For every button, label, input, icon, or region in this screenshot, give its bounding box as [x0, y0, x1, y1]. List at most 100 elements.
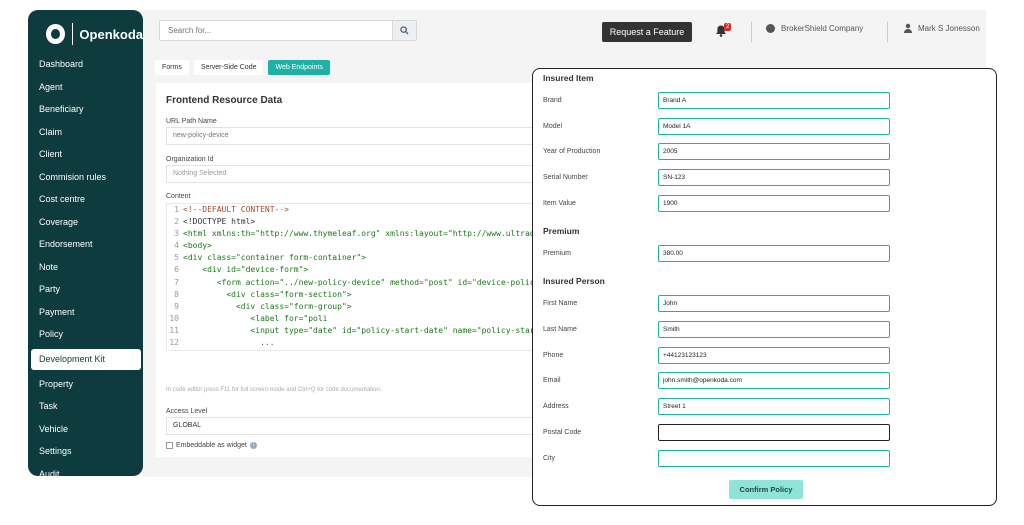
- sidebar-item-payment[interactable]: Payment: [28, 301, 143, 324]
- sidebar-item-development-kit[interactable]: Development Kit: [31, 348, 141, 370]
- organization-label: Organization Id: [166, 156, 214, 163]
- sidebar: Openkoda Dashboard Agent Beneficiary Cla…: [28, 10, 143, 479]
- tab-web-endpoints[interactable]: Web Endpoints: [268, 60, 330, 75]
- user-name: Mark S Jonesson: [918, 23, 980, 33]
- request-feature-button[interactable]: Request a Feature: [602, 22, 692, 42]
- url-path-label: URL Path Name: [166, 118, 217, 125]
- sidebar-nav: Dashboard Agent Beneficiary Claim Client…: [28, 53, 143, 485]
- code-line: 8 <div class="form-section">: [174, 289, 352, 299]
- notification-badge: 2: [724, 23, 732, 31]
- embeddable-label: Embeddable as widget: [176, 442, 247, 449]
- frontend-resource-card: Frontend Resource Data URL Path Name new…: [156, 83, 546, 457]
- info-icon[interactable]: i: [249, 442, 257, 449]
- logo-text: Openkoda: [79, 26, 143, 42]
- tabs: Forms Server-Side Code Web Endpoints: [155, 60, 330, 75]
- embeddable-checkbox-row: Embeddable as widget i: [166, 442, 257, 449]
- sidebar-item-beneficiary[interactable]: Beneficiary: [28, 98, 143, 121]
- code-line: 4 <body>: [174, 241, 212, 251]
- serial-label: Serial Number: [543, 174, 588, 181]
- access-level-select[interactable]: GLOBAL: [166, 417, 546, 435]
- embeddable-checkbox[interactable]: [166, 442, 173, 449]
- insured-item-title: Insured Item: [543, 73, 594, 83]
- confirm-policy-button[interactable]: Confirm Policy: [729, 480, 803, 499]
- last-name-label: Last Name: [543, 326, 577, 333]
- item-value-label: Item Value: [543, 200, 576, 207]
- search-input[interactable]: [160, 21, 392, 40]
- model-label: Model: [543, 123, 563, 130]
- search-box: [159, 20, 417, 41]
- phone-input[interactable]: [658, 347, 890, 364]
- first-name-input[interactable]: [658, 295, 890, 312]
- sidebar-item-client[interactable]: Client: [28, 143, 143, 166]
- premium-label: Premium: [543, 250, 572, 257]
- search-icon: [400, 26, 409, 35]
- company-name: BrokerShield Company: [781, 24, 864, 33]
- sidebar-item-vehicle[interactable]: Vehicle: [28, 418, 143, 441]
- sidebar-item-settings[interactable]: Settings: [28, 440, 143, 463]
- email-label: Email: [543, 377, 561, 384]
- last-name-input[interactable]: [658, 321, 890, 338]
- card-title: Frontend Resource Data: [166, 95, 283, 106]
- item-value-input[interactable]: [658, 195, 890, 212]
- premium-title: Premium: [543, 226, 580, 236]
- first-name-label: First Name: [543, 300, 578, 307]
- company-icon: [766, 24, 775, 33]
- model-input[interactable]: [658, 118, 890, 135]
- sidebar-item-task[interactable]: Task: [28, 395, 143, 418]
- code-line: 5 <div class="container form-container">: [174, 253, 367, 263]
- sidebar-item-cost-centre[interactable]: Cost centre: [28, 188, 143, 211]
- serial-input[interactable]: [658, 169, 890, 186]
- logo[interactable]: Openkoda: [28, 10, 143, 50]
- sidebar-item-endorsement[interactable]: Endorsement: [28, 233, 143, 256]
- policy-form-overlay: Insured Item Brand Model Year of Product…: [532, 68, 997, 506]
- code-line: 12 ...: [169, 338, 275, 348]
- search-button[interactable]: [392, 21, 416, 40]
- sidebar-item-dashboard[interactable]: Dashboard: [28, 53, 143, 76]
- sidebar-item-policy[interactable]: Policy: [28, 323, 143, 346]
- tab-forms[interactable]: Forms: [155, 60, 189, 75]
- logo-icon: [46, 24, 65, 44]
- user-icon: [904, 23, 912, 33]
- year-input[interactable]: [658, 143, 890, 160]
- brand-label: Brand: [543, 97, 562, 104]
- url-path-input[interactable]: new-policy-device: [166, 127, 546, 145]
- code-line: 2 <!DOCTYPE html>: [174, 217, 256, 227]
- premium-input[interactable]: [658, 245, 890, 262]
- sidebar-item-audit[interactable]: Audit: [28, 463, 143, 486]
- divider: [887, 22, 888, 42]
- address-input[interactable]: [658, 398, 890, 415]
- access-level-label: Access Level: [166, 408, 208, 415]
- address-label: Address: [543, 403, 569, 410]
- city-label: City: [543, 455, 556, 462]
- sidebar-item-note[interactable]: Note: [28, 256, 143, 279]
- sidebar-item-coverage[interactable]: Coverage: [28, 211, 143, 234]
- logo-divider: [71, 23, 73, 45]
- code-line: 10 <label for="poli: [169, 313, 328, 323]
- editor-hint: In code editor press F11 for full screen…: [166, 387, 382, 393]
- email-input[interactable]: [658, 372, 890, 389]
- code-line: 6 <div id="device-form">: [174, 265, 309, 275]
- code-line: 1 <!--DEFAULT CONTENT-->: [174, 205, 289, 214]
- divider: [751, 22, 752, 42]
- postal-code-label: Postal Code: [543, 429, 582, 436]
- sidebar-item-party[interactable]: Party: [28, 278, 143, 301]
- sidebar-item-claim[interactable]: Claim: [28, 121, 143, 144]
- postal-code-input[interactable]: [658, 424, 890, 441]
- year-label: Year of Production: [543, 148, 601, 155]
- user-menu[interactable]: Mark S Jonesson: [903, 23, 980, 33]
- top-bar: Request a Feature 2 BrokerShield Company…: [143, 10, 986, 50]
- code-editor[interactable]: 1 <!--DEFAULT CONTENT--> 2 <!DOCTYPE html>…: [166, 203, 546, 351]
- phone-label: Phone: [543, 352, 564, 359]
- sidebar-item-property[interactable]: Property: [28, 373, 143, 396]
- city-input[interactable]: [658, 450, 890, 467]
- sidebar-item-commision-rules[interactable]: Commision rules: [28, 166, 143, 189]
- code-line: 11 <input type="date" id="policy-start-d…: [169, 325, 540, 335]
- tab-server-side-code[interactable]: Server-Side Code: [193, 60, 264, 75]
- organization-select[interactable]: Nothing Selected: [166, 165, 546, 183]
- code-line: 3 <html xmlns:th="http://www.thymeleaf.or…: [174, 229, 535, 239]
- sidebar-item-agent[interactable]: Agent: [28, 76, 143, 99]
- insured-person-title: Insured Person: [543, 276, 605, 286]
- code-line: 7 <form action="../new-policy-device" me…: [174, 277, 535, 287]
- company-selector[interactable]: BrokerShield Company: [766, 24, 863, 33]
- brand-input[interactable]: [658, 92, 890, 109]
